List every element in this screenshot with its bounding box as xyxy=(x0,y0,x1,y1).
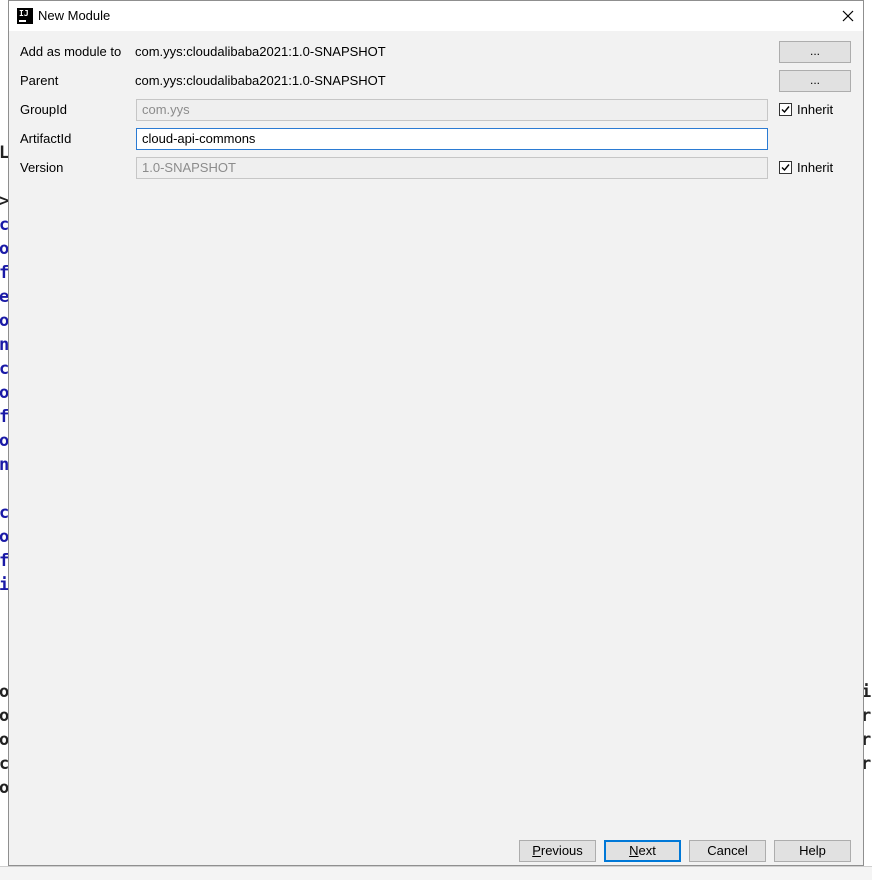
cancel-button[interactable]: Cancel xyxy=(689,840,766,862)
artifact-id-input[interactable]: cloud-api-commons xyxy=(136,128,768,150)
add-as-module-to-browse-button[interactable]: ... xyxy=(779,41,851,63)
parent-value: com.yys:cloudalibaba2021:1.0-SNAPSHOT xyxy=(135,73,386,88)
previous-button[interactable]: Previous xyxy=(519,840,596,862)
help-button[interactable]: Help xyxy=(774,840,851,862)
version-inherit-label: Inherit xyxy=(797,159,834,175)
background-status-strip xyxy=(0,866,872,880)
group-id-field[interactable]: com.yys xyxy=(136,99,768,121)
new-module-dialog: IJ New Module Add as module to com.yys:c… xyxy=(8,0,864,866)
parent-label: Parent xyxy=(20,73,59,88)
next-button[interactable]: Next xyxy=(604,840,681,862)
group-id-inherit-checkbox[interactable]: Inherit xyxy=(779,100,833,118)
close-icon xyxy=(842,10,854,22)
version-label: Version xyxy=(20,160,64,175)
next-label-rest: ext xyxy=(638,843,656,858)
add-as-module-to-label: Add as module to xyxy=(20,44,122,59)
checkbox-box[interactable] xyxy=(779,160,792,174)
version-field[interactable]: 1.0-SNAPSHOT xyxy=(136,157,768,179)
group-id-inherit-label: Inherit xyxy=(797,101,834,117)
checkmark-icon xyxy=(781,163,790,171)
add-as-module-to-value: com.yys:cloudalibaba2021:1.0-SNAPSHOT xyxy=(135,44,386,59)
artifact-id-label: ArtifactId xyxy=(20,131,72,146)
background-editor-right-edge: i r r r xyxy=(864,0,872,879)
dialog-title: New Module xyxy=(38,8,111,23)
close-button[interactable] xyxy=(833,1,863,31)
parent-browse-button[interactable]: ... xyxy=(779,70,851,92)
group-id-label: GroupId xyxy=(20,102,67,117)
previous-label-rest: revious xyxy=(540,843,583,858)
title-bar: IJ New Module xyxy=(9,1,863,31)
checkbox-box[interactable] xyxy=(779,102,792,116)
next-mnemonic: N xyxy=(629,843,639,858)
intellij-icon: IJ xyxy=(17,8,33,24)
version-inherit-checkbox[interactable]: Inherit xyxy=(779,158,833,176)
previous-mnemonic: P xyxy=(532,843,541,858)
checkmark-icon xyxy=(781,105,790,113)
